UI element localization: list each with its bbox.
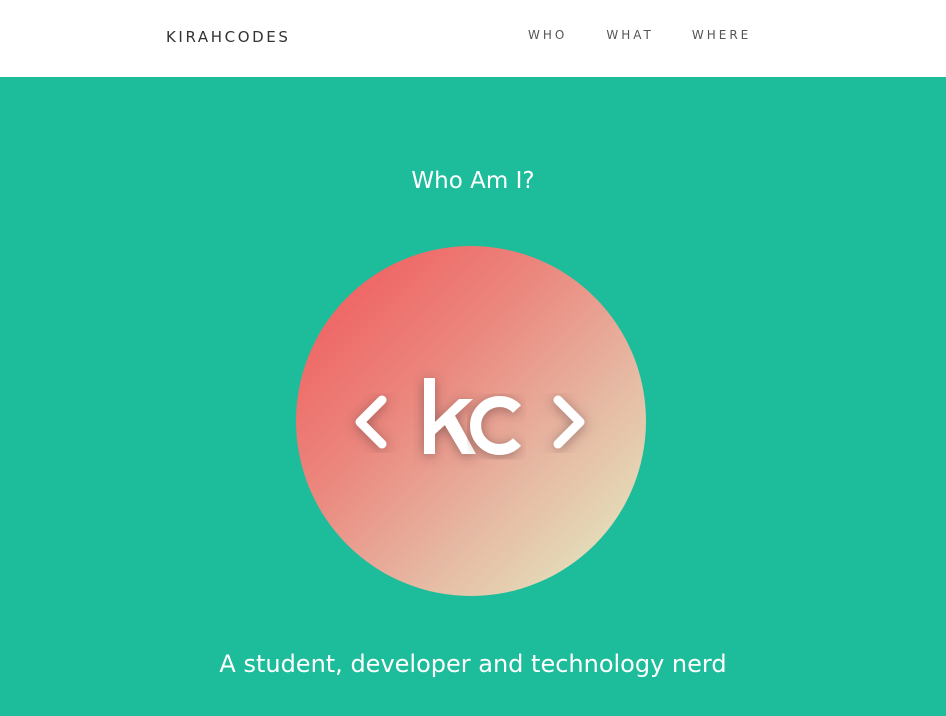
kc-logo-icon — [355, 378, 585, 455]
nav-link-where[interactable]: WHERE — [692, 27, 751, 43]
nav-link-who[interactable]: WHO — [528, 27, 567, 43]
navbar: KIRAHCODES WHO WHAT WHERE — [0, 0, 946, 77]
brand-link[interactable]: KIRAHCODES — [166, 27, 290, 47]
nav-link-what[interactable]: WHAT — [606, 27, 654, 43]
hero-section: Who Am I? A student, developer and techn… — [0, 77, 946, 716]
nav-links: WHO WHAT WHERE — [528, 27, 751, 43]
hero-title: Who Am I? — [411, 168, 535, 194]
logo-circle — [296, 246, 646, 596]
hero-tagline: A student, developer and technology nerd — [219, 650, 727, 678]
